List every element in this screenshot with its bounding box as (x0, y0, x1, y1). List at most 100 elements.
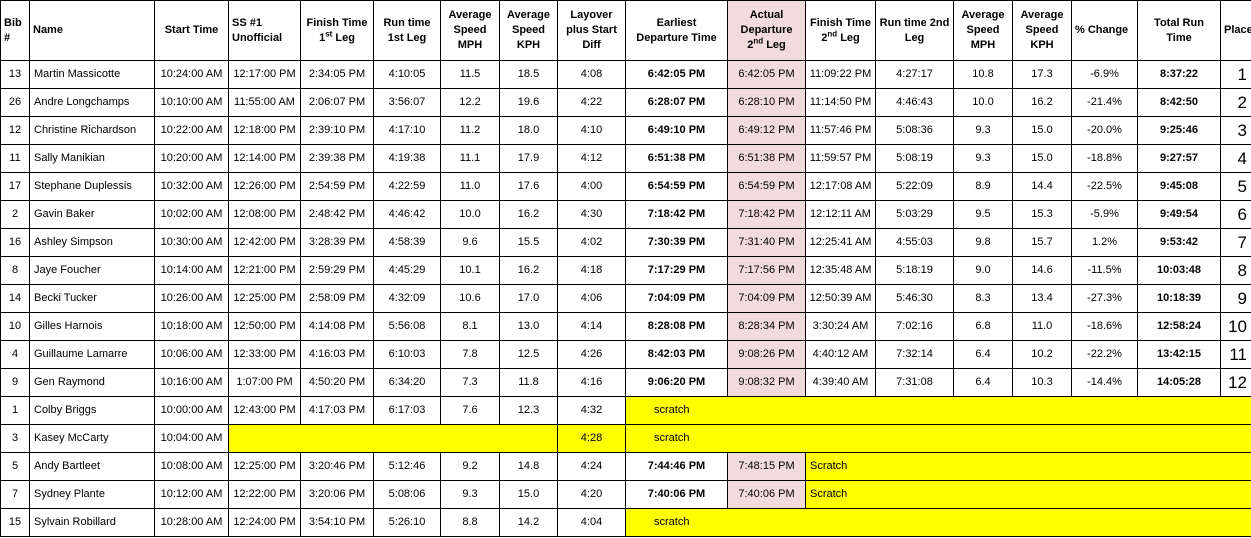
ss1-cell: 12:22:00 PM (228, 480, 301, 509)
name-cell: Andy Bartleet (29, 452, 155, 481)
start-time-cell: 10:02:00 AM (154, 200, 229, 229)
percent-change-cell: -6.9% (1071, 60, 1138, 89)
header-avg-kph-2: Average Speed KPH (1012, 0, 1072, 61)
run-time-2-cell: 7:31:08 (875, 368, 954, 397)
finish-time-2-cell: 4:40:12 AM (805, 340, 876, 369)
avg-kph-2-cell: 10.2 (1012, 340, 1072, 369)
avg-kph-1-cell: 13.0 (499, 312, 558, 341)
name-cell: Stephane Duplessis (29, 172, 155, 201)
earliest-departure-cell: 7:04:09 PM (625, 284, 728, 313)
avg-kph-1-cell: 19.6 (499, 88, 558, 117)
table-row: 8 Jaye Foucher 10:14:00 AM 12:21:00 PM 2:59:… (0, 256, 1251, 285)
layover-cell: 4:04 (557, 508, 626, 537)
table-row: 14 Becki Tucker 10:26:00 AM 12:25:00 PM 2:58… (0, 284, 1251, 313)
table-row-scratch: 3 Kasey McCarty 10:04:00 AM 4:28 scratch (0, 424, 1251, 453)
finish-time-1-cell: 3:20:46 PM (300, 452, 374, 481)
layover-cell: 4:06 (557, 284, 626, 313)
bib-cell: 16 (0, 228, 30, 257)
header-name: Name (29, 0, 155, 61)
earliest-departure-cell: 7:17:29 PM (625, 256, 728, 285)
bib-cell: 7 (0, 480, 30, 509)
bib-cell: 26 (0, 88, 30, 117)
layover-cell: 4:02 (557, 228, 626, 257)
actual-departure-cell: 7:17:56 PM (727, 256, 806, 285)
avg-kph-2-cell: 15.0 (1012, 144, 1072, 173)
start-time-cell: 10:22:00 AM (154, 116, 229, 145)
run-time-2-cell: 5:08:19 (875, 144, 954, 173)
table-row: 17 Stephane Duplessis 10:32:00 AM 12:26:00 … (0, 172, 1251, 201)
layover-cell: 4:00 (557, 172, 626, 201)
earliest-departure-cell: 8:28:08 PM (625, 312, 728, 341)
total-run-time-cell: 9:27:57 (1137, 144, 1221, 173)
earliest-departure-cell: 7:44:46 PM (625, 452, 728, 481)
status-scratch: Scratch (805, 452, 1251, 481)
scratch-band (228, 424, 558, 453)
finish-time-2-cell: 11:57:46 PM (805, 116, 876, 145)
finish-time-2-cell: 12:25:41 AM (805, 228, 876, 257)
table-row: 4 Guillaume Lamarre 10:06:00 AM 12:33:00 PM… (0, 340, 1251, 369)
name-cell: Colby Briggs (29, 396, 155, 425)
avg-mph-2-cell: 9.8 (953, 228, 1013, 257)
run-time-1-cell: 5:56:08 (373, 312, 441, 341)
run-time-1-cell: 6:17:03 (373, 396, 441, 425)
avg-kph-2-cell: 11.0 (1012, 312, 1072, 341)
avg-mph-1-cell: 11.2 (440, 116, 500, 145)
avg-kph-1-cell: 15.5 (499, 228, 558, 257)
bib-cell: 4 (0, 340, 30, 369)
ss1-cell: 12:21:00 PM (228, 256, 301, 285)
header-run-time-1: Run time 1st Leg (373, 0, 441, 61)
avg-mph-2-cell: 8.9 (953, 172, 1013, 201)
finish-time-1-cell: 3:54:10 PM (300, 508, 374, 537)
avg-kph-1-cell: 11.8 (499, 368, 558, 397)
avg-kph-2-cell: 14.4 (1012, 172, 1072, 201)
percent-change-cell: -5.9% (1071, 200, 1138, 229)
header-total-run-time: Total Run Time (1137, 0, 1221, 61)
actual-departure-cell: 7:04:09 PM (727, 284, 806, 313)
bib-cell: 10 (0, 312, 30, 341)
start-time-cell: 10:04:00 AM (154, 424, 229, 453)
name-cell: Andre Longchamps (29, 88, 155, 117)
finish-time-2-cell: 4:39:40 AM (805, 368, 876, 397)
bib-cell: 12 (0, 116, 30, 145)
avg-kph-1-cell: 14.2 (499, 508, 558, 537)
run-time-1-cell: 4:58:39 (373, 228, 441, 257)
actual-departure-cell: 7:31:40 PM (727, 228, 806, 257)
finish-time-1-cell: 2:54:59 PM (300, 172, 374, 201)
finish-time-2-cell: 11:14:50 PM (805, 88, 876, 117)
avg-kph-2-cell: 10.3 (1012, 368, 1072, 397)
header-avg-mph-2: Average Speed MPH (953, 0, 1013, 61)
bib-cell: 14 (0, 284, 30, 313)
run-time-2-cell: 5:46:30 (875, 284, 954, 313)
finish-time-1-cell: 4:16:03 PM (300, 340, 374, 369)
table-row-scratch: 5 Andy Bartleet 10:08:00 AM 12:25:00 PM 3:20… (0, 452, 1251, 481)
run-time-2-cell: 7:02:16 (875, 312, 954, 341)
table-row: 16 Ashley Simpson 10:30:00 AM 12:42:00 PM 3:… (0, 228, 1251, 257)
layover-cell: 4:28 (557, 424, 626, 453)
avg-kph-1-cell: 18.0 (499, 116, 558, 145)
bib-cell: 5 (0, 452, 30, 481)
total-run-time-cell: 10:03:48 (1137, 256, 1221, 285)
table-row-scratch: 7 Sydney Plante 10:12:00 AM 12:22:00 PM 3:20… (0, 480, 1251, 509)
place-cell: 8 (1220, 256, 1251, 285)
start-time-cell: 10:16:00 AM (154, 368, 229, 397)
avg-mph-1-cell: 12.2 (440, 88, 500, 117)
total-run-time-cell: 8:42:50 (1137, 88, 1221, 117)
total-run-time-cell: 14:05:28 (1137, 368, 1221, 397)
table-row: 13 Martin Massicotte 10:24:00 AM 12:17:00 P… (0, 60, 1251, 89)
avg-mph-2-cell: 8.3 (953, 284, 1013, 313)
avg-mph-1-cell: 8.1 (440, 312, 500, 341)
header-finish-time-1: Finish Time 1st Leg (300, 0, 374, 61)
status-scratch: scratch (625, 396, 1251, 425)
run-time-2-cell: 7:32:14 (875, 340, 954, 369)
ss1-cell: 12:33:00 PM (228, 340, 301, 369)
earliest-departure-cell: 6:49:10 PM (625, 116, 728, 145)
name-cell: Sydney Plante (29, 480, 155, 509)
avg-kph-2-cell: 14.6 (1012, 256, 1072, 285)
bib-cell: 1 (0, 396, 30, 425)
avg-mph-1-cell: 9.6 (440, 228, 500, 257)
name-cell: Martin Massicotte (29, 60, 155, 89)
start-time-cell: 10:32:00 AM (154, 172, 229, 201)
finish-time-1-cell: 2:59:29 PM (300, 256, 374, 285)
bib-cell: 11 (0, 144, 30, 173)
header-finish-time-2: Finish Time 2nd Leg (805, 0, 876, 61)
